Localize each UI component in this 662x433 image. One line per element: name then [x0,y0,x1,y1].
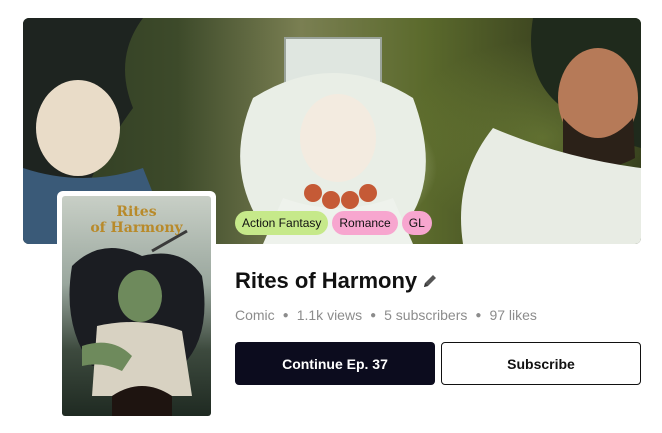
series-cover[interactable]: Rites of Harmony [57,191,216,421]
series-stats: Comic ● 1.1k views ● 5 subscribers ● 97 … [235,307,537,323]
continue-episode-button[interactable]: Continue Ep. 37 [235,342,435,385]
views-count: 1.1k views [296,307,363,323]
separator-dot: ● [282,309,289,321]
separator-dot: ● [475,309,482,321]
cover-image: Rites of Harmony [62,196,211,416]
likes-count: 97 likes [489,307,537,323]
series-type: Comic [235,307,275,323]
series-title: Rites of Harmony [235,268,418,293]
subscribe-button[interactable]: Subscribe [441,342,641,385]
title-row: Rites of Harmony [235,268,439,294]
tag-romance[interactable]: Romance [332,211,398,235]
tag-action-fantasy[interactable]: Action Fantasy [235,211,329,235]
tag-gl[interactable]: GL [401,211,432,235]
cover-title: Rites of Harmony [62,204,211,236]
cover-title-line2: of Harmony [90,220,183,236]
genre-tags: Action Fantasy Romance GL [235,211,432,235]
subscribers-count: 5 subscribers [384,307,468,323]
pencil-icon[interactable] [421,272,439,290]
cover-title-line1: Rites [116,204,157,220]
separator-dot: ● [370,309,377,321]
